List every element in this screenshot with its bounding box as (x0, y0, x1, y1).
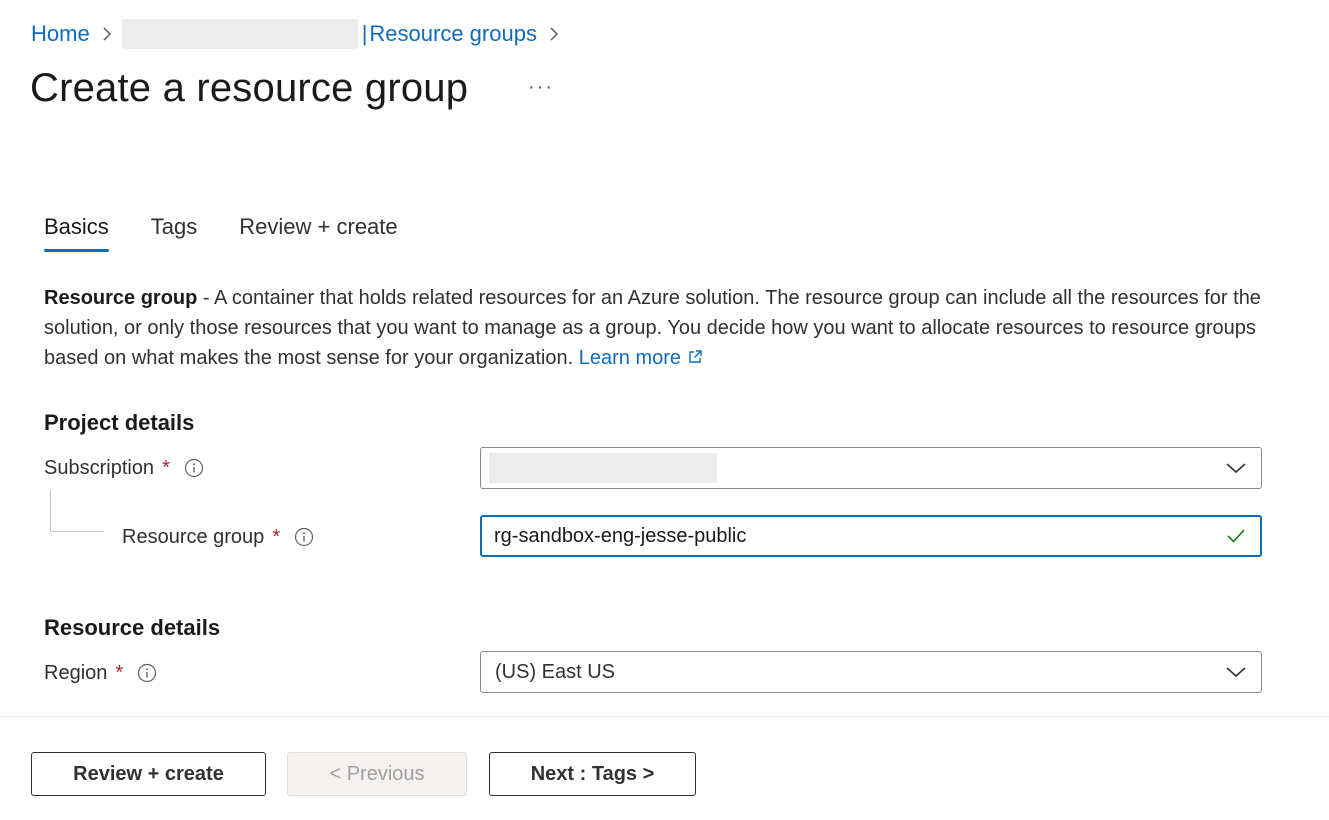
region-label-text: Region (44, 661, 108, 684)
subscription-dropdown[interactable] (480, 447, 1262, 489)
info-circle-icon[interactable] (137, 663, 157, 683)
resource-group-label: Resource group * (122, 522, 314, 552)
subscription-label-text: Subscription (44, 456, 155, 479)
description-bold-term: Resource group (44, 287, 198, 309)
resource-group-label-text: Resource group (122, 525, 265, 548)
page-title: Create a resource group (30, 66, 469, 110)
breadcrumb-resource-groups[interactable]: Resource groups (369, 21, 537, 47)
chevron-down-icon (1225, 459, 1247, 477)
external-link-icon (687, 344, 703, 363)
chevron-down-icon (1225, 663, 1247, 681)
region-selected-value: (US) East US (495, 660, 616, 683)
region-label: Region * (44, 658, 157, 688)
breadcrumb-redacted-subscription[interactable] (121, 19, 358, 49)
tab-tags[interactable]: Tags (151, 214, 197, 252)
required-mark: * (162, 456, 170, 479)
region-dropdown[interactable]: (US) East US (480, 651, 1262, 693)
breadcrumb-pipe: | (361, 21, 368, 46)
resource-group-input-box (480, 515, 1262, 557)
resource-details-heading: Resource details (44, 615, 221, 640)
tab-list: Basics Tags Review + create (44, 214, 440, 252)
tab-basics[interactable]: Basics (44, 214, 109, 252)
info-circle-icon[interactable] (184, 458, 204, 478)
tree-connector-line (50, 490, 104, 532)
breadcrumb: Home | Resource groups (31, 19, 569, 49)
learn-more-link-label: Learn more (578, 347, 682, 369)
review-create-button[interactable]: Review + create (31, 752, 266, 796)
chevron-right-icon (549, 26, 559, 42)
required-mark: * (272, 525, 281, 548)
breadcrumb-home[interactable]: Home (31, 21, 90, 47)
previous-button[interactable]: < Previous (287, 752, 467, 796)
subscription-label: Subscription * (44, 453, 204, 483)
checkmark-icon (1226, 527, 1246, 545)
resource-group-input[interactable] (482, 524, 1202, 548)
chevron-right-icon (102, 26, 112, 42)
required-mark: * (115, 661, 124, 684)
next-tags-button[interactable]: Next : Tags > (489, 752, 696, 796)
more-options-button[interactable]: ··· (528, 76, 554, 99)
footer-divider (0, 716, 1329, 717)
tab-review-create[interactable]: Review + create (239, 214, 397, 252)
resource-group-description: Resource group - A container that holds … (44, 283, 1284, 373)
info-circle-icon[interactable] (294, 527, 314, 547)
project-details-heading: Project details (44, 410, 195, 435)
subscription-redacted-value (489, 453, 717, 483)
learn-more-link[interactable]: Learn more (579, 347, 703, 369)
